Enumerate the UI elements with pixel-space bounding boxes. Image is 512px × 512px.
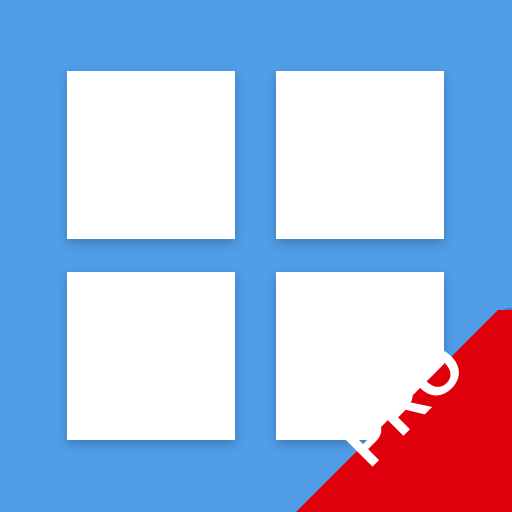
- grid-tile-top-right: [276, 71, 444, 239]
- grid-tile-bottom-left: [67, 272, 235, 440]
- app-icon: PRO: [0, 0, 512, 512]
- grid-tile-top-left: [67, 71, 235, 239]
